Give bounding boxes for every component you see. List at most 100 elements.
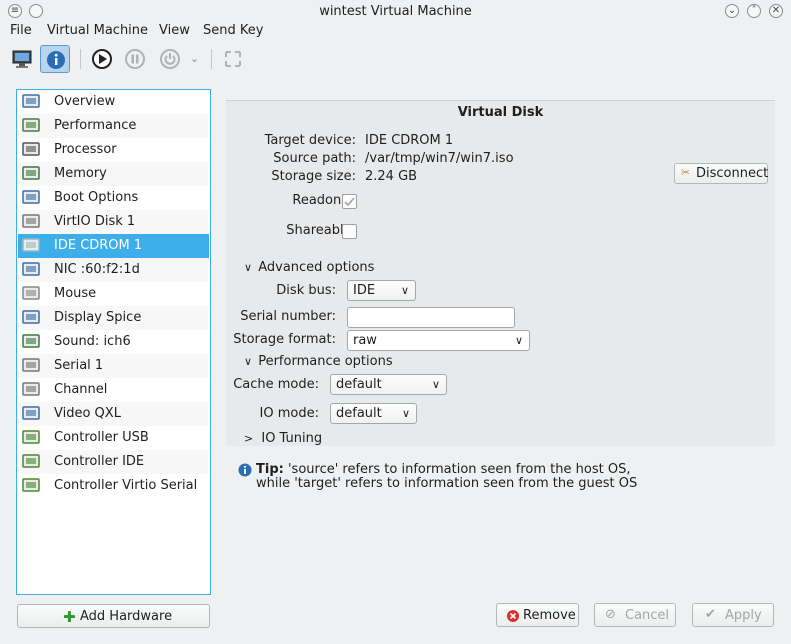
sidebar-item-label: Channel [54,382,108,397]
menu-file[interactable]: File [10,23,32,38]
disk-bus-select[interactable]: IDE ∨ [347,280,416,301]
sidebar-item[interactable]: Controller USB [18,426,209,450]
performance-options-expander[interactable]: ∨ Performance options [244,354,393,369]
remove-label: Remove [523,608,576,623]
io-mode-select[interactable]: default ∨ [330,403,417,424]
cancel-label: Cancel [625,608,670,623]
monitor-icon [22,93,40,111]
cache-mode-select[interactable]: default ∨ [330,374,447,395]
sidebar-item[interactable]: VirtIO Disk 1 [18,210,209,234]
shutdown-dropdown-chevron-icon[interactable]: ⌄ [190,52,199,65]
target-device-label: Target device: [264,133,356,148]
minimize-icon[interactable]: ⌄ [725,4,739,18]
network-icon [22,261,40,279]
sidebar-item[interactable]: Boot Options [18,186,209,210]
tip-text-line-1: 'source' refers to information seen from… [287,462,631,477]
io-tuning-label: IO Tuning [261,431,323,446]
sidebar-item[interactable]: IDE CDROM 1 [18,234,209,258]
window-title: wintest Virtual Machine [319,4,472,19]
menu-send-key[interactable]: Send Key [203,23,263,38]
storage-format-value: raw [353,333,377,348]
sidebar-item[interactable]: Mouse [18,282,209,306]
cancel-button[interactable]: ⊘ Cancel [594,603,676,627]
sidebar-item[interactable]: Memory [18,162,209,186]
disconnect-icon: ✂ [681,166,691,179]
chevron-down-icon: ∨ [514,334,523,347]
shareable-label: Shareable: [286,223,356,238]
performance-graph-icon [22,117,40,135]
chevron-down-icon: ∨ [401,407,410,420]
chevron-down-icon: ∨ [244,261,253,274]
sidebar-item-label: Display Spice [54,310,142,325]
run-button[interactable] [87,45,117,73]
cpu-chip-icon [22,141,40,159]
apply-label: Apply [725,608,762,623]
readonly-checkbox[interactable] [342,194,357,209]
mouse-icon [22,285,40,303]
add-hardware-button[interactable]: ✚ Add Hardware [17,604,210,628]
close-icon[interactable]: ✕ [769,4,783,18]
disk-bus-label: Disk bus: [276,283,336,298]
storage-format-combo[interactable]: raw ∨ [347,330,530,351]
shareable-checkbox[interactable] [342,224,357,239]
readonly-label: Readonly: [292,193,356,208]
remove-button[interactable]: Remove [496,603,579,627]
sidebar-item-label: IDE CDROM 1 [54,238,143,253]
fullscreen-button[interactable] [218,45,248,73]
disconnect-label: Disconnect [696,166,769,181]
sidebar-item[interactable]: Sound: ich6 [18,330,209,354]
maximize-icon[interactable]: ˄ [747,4,761,18]
chevron-down-icon: ∨ [431,378,440,391]
console-view-button[interactable] [7,45,37,73]
checkmark-icon [344,197,355,207]
serial-number-field[interactable] [347,307,515,328]
video-monitor-icon [22,405,40,423]
advanced-options-label: Advanced options [258,260,375,275]
shutdown-button[interactable] [155,45,185,73]
serial-number-label: Serial number: [240,309,336,324]
sidebar-item-label: Memory [54,166,107,181]
tip-text-line-2: while 'target' refers to information see… [256,476,638,491]
advanced-options-expander[interactable]: ∨ Advanced options [244,260,374,275]
monitor-icon [12,50,32,68]
play-icon [92,49,112,69]
sidebar-item[interactable]: Overview [18,90,209,114]
menu-view[interactable]: View [159,23,190,38]
sound-card-icon [22,333,40,351]
sidebar-item[interactable]: Controller Virtio Serial [18,474,209,498]
sidebar-item[interactable]: Channel [18,378,209,402]
source-path-label: Source path: [273,151,356,166]
gear-disc-icon [22,189,40,207]
sidebar-item-label: Mouse [54,286,97,301]
disk-bus-value: IDE [353,283,376,298]
apply-button[interactable]: ✔ Apply [692,603,774,627]
sidebar-item-label: VirtIO Disk 1 [54,214,136,229]
cache-mode-label: Cache mode: [233,377,319,392]
target-device-value: IDE CDROM 1 [365,133,454,148]
pause-button[interactable] [120,45,150,73]
hardware-list[interactable]: Overview Performance Processor Memory Boot O… [16,89,211,595]
apply-checkmark-icon: ✔ [705,607,716,622]
remove-icon [507,610,519,622]
sidebar-item[interactable]: Serial 1 [18,354,209,378]
disconnect-button[interactable]: ✂ Disconnect [674,163,768,184]
tip-label: Tip: [256,462,284,477]
hard-disk-icon [22,213,40,231]
cdrom-icon [22,237,40,255]
memory-module-icon [22,165,40,183]
info-icon [47,51,65,69]
menu-virtual-machine[interactable]: Virtual Machine [47,23,148,38]
info-icon [238,463,252,477]
plus-icon: ✚ [63,608,76,626]
sidebar-item[interactable]: Processor [18,138,209,162]
sidebar-item[interactable]: NIC :60:f2:1d [18,258,209,282]
sidebar-item[interactable]: Controller IDE [18,450,209,474]
sidebar-item[interactable]: Performance [18,114,209,138]
controller-card-icon [22,477,40,495]
sidebar-item-label: Controller IDE [54,454,145,469]
details-view-button[interactable] [40,45,70,73]
io-tuning-expander[interactable]: > IO Tuning [244,431,322,446]
sidebar-item[interactable]: Display Spice [18,306,209,330]
sidebar-item-label: Overview [54,94,116,109]
sidebar-item[interactable]: Video QXL [18,402,209,426]
